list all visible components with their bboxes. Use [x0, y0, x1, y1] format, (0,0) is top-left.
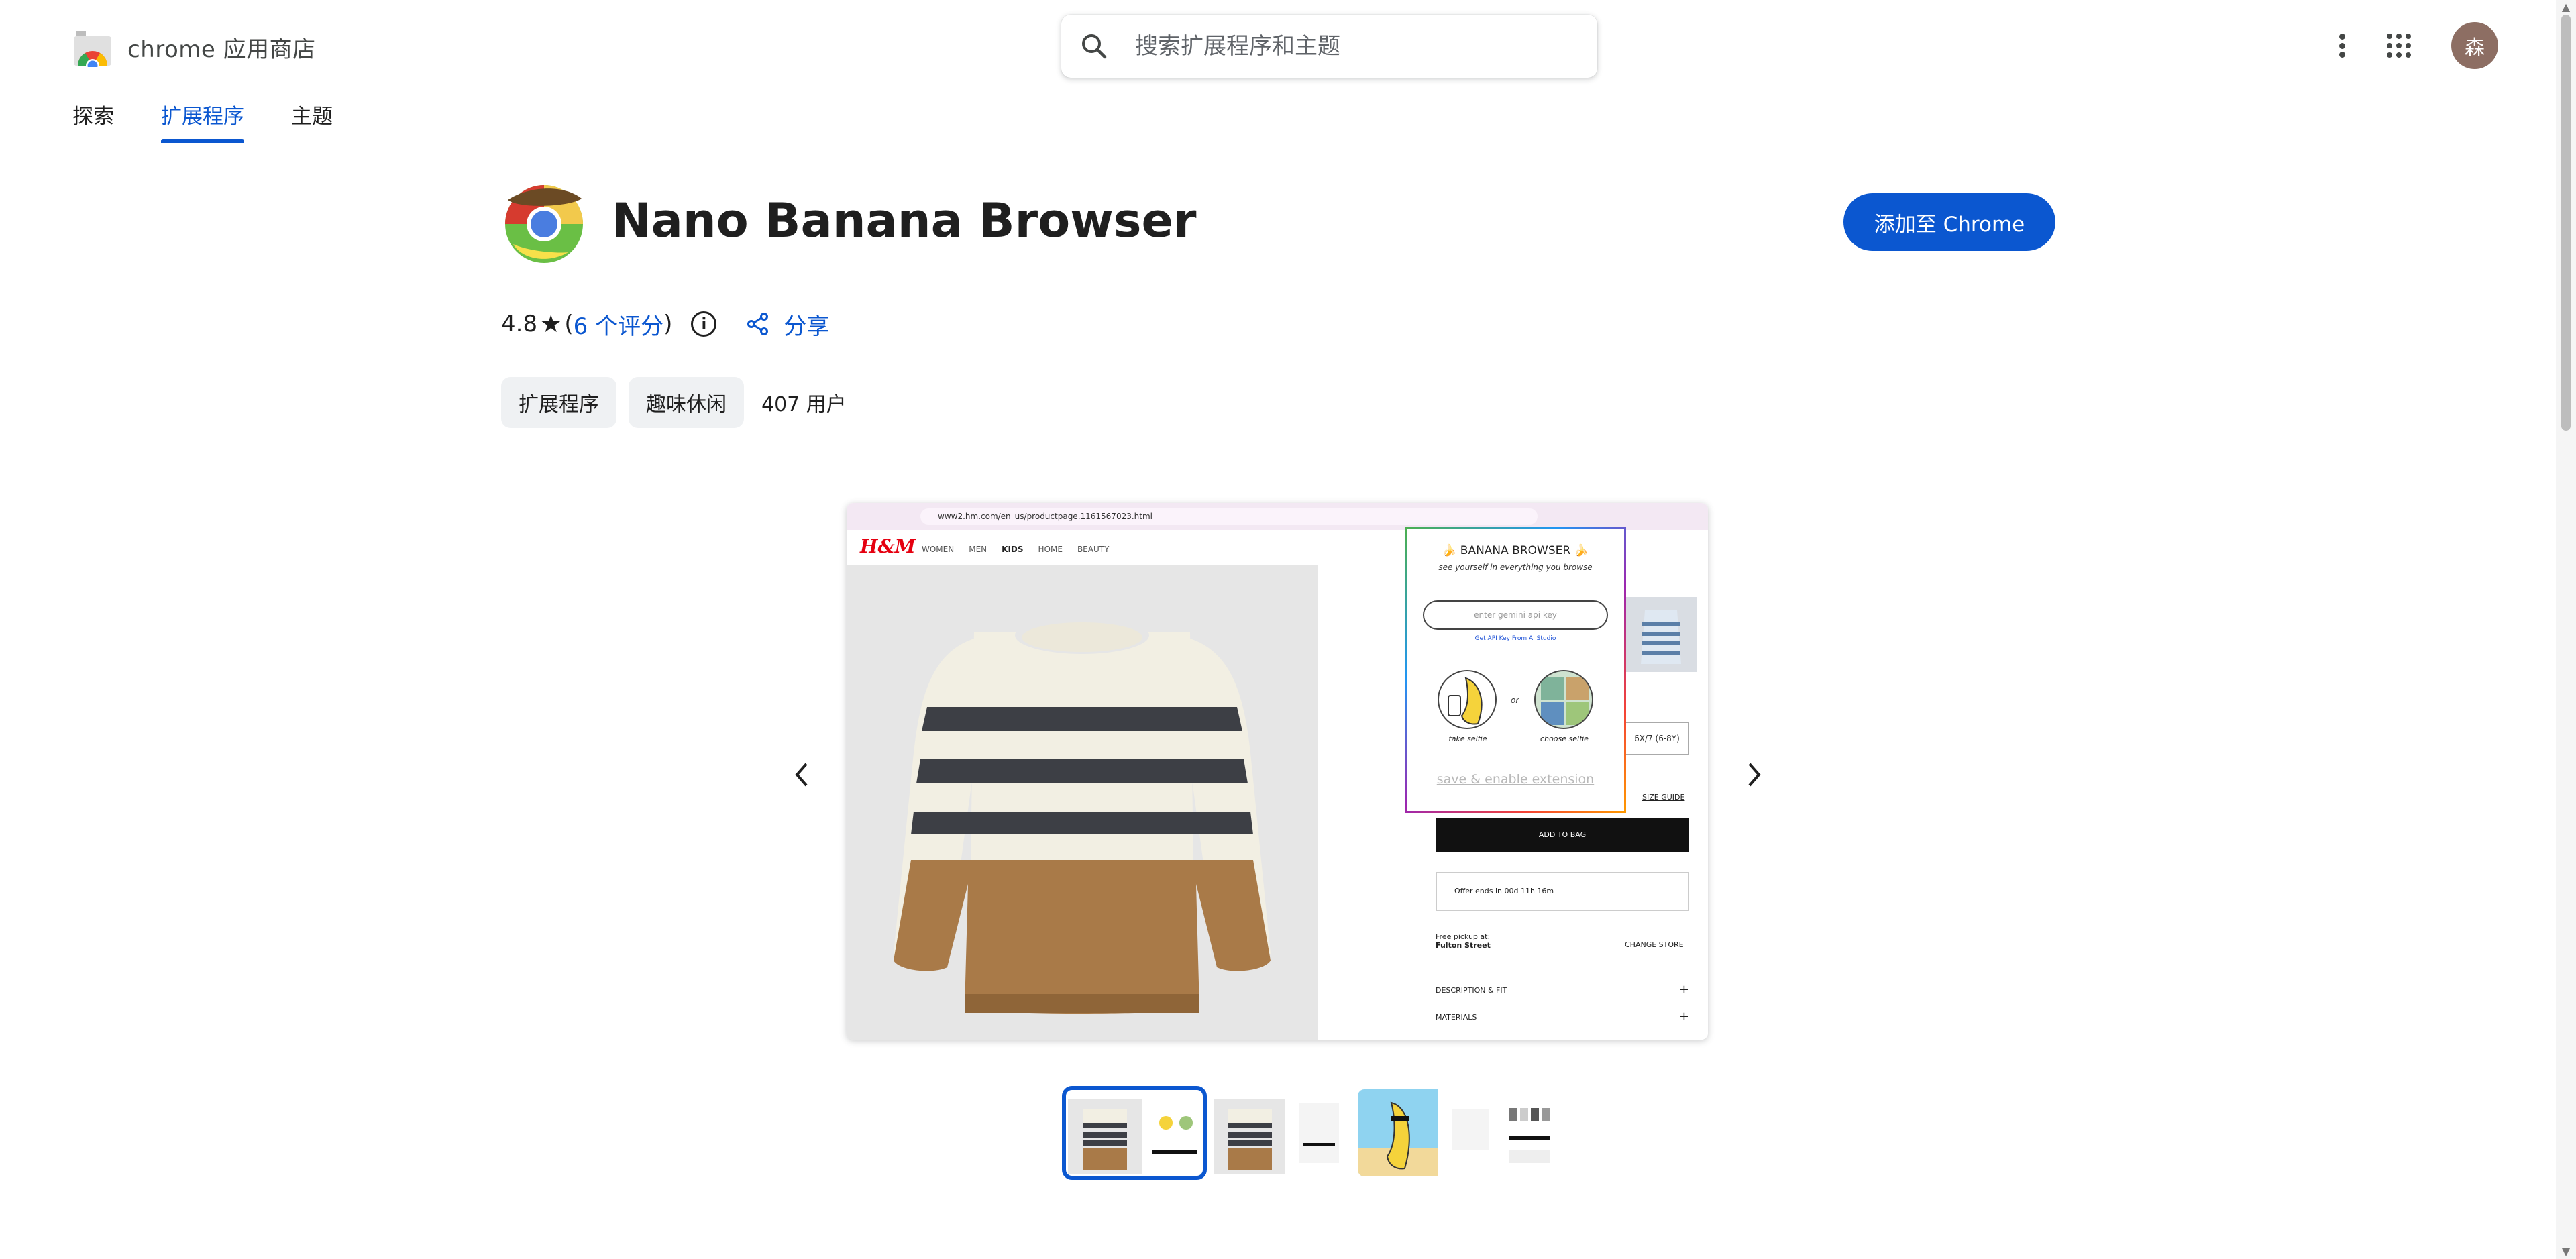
tab-explore[interactable]: 探索	[72, 99, 114, 143]
chevron-right-icon	[1748, 763, 1761, 787]
popup-api-link: Get API Key From AI Studio	[1474, 635, 1556, 642]
ratings-count-link[interactable]: 6 个评分	[574, 308, 663, 341]
store-logo[interactable]: chrome 应用商店	[72, 27, 316, 72]
hm-nav: WOMEN MEN KIDS HOME BEAUTY	[922, 545, 1109, 554]
choose-selfie-label: choose selfie	[1540, 734, 1589, 743]
scrollbar-thumb[interactable]	[2561, 15, 2571, 431]
size-option: 6X/7 (6-8Y)	[1625, 722, 1689, 755]
search-icon	[1082, 34, 1107, 59]
thumbnail-3[interactable]	[1358, 1089, 1496, 1176]
star-icon: ★	[540, 310, 562, 338]
chip-extension[interactable]: 扩展程序	[501, 377, 616, 428]
ratings-paren-open: (	[564, 311, 574, 337]
hm-nav-men: MEN	[969, 545, 987, 554]
change-store-link: CHANGE STORE	[1625, 940, 1684, 949]
info-icon[interactable]: i	[691, 311, 717, 337]
ratings-paren-close: )	[663, 311, 673, 337]
popup-title: 🍌 BANANA BROWSER 🍌	[1442, 544, 1589, 557]
share-icon	[747, 313, 769, 335]
scroll-down-icon[interactable]: ▼	[2560, 1246, 2572, 1258]
chrome-store-icon	[72, 27, 113, 72]
plus-icon: +	[1678, 983, 1689, 997]
chip-fun[interactable]: 趣味休闲	[629, 377, 744, 428]
rating-value: 4.8	[501, 311, 538, 337]
popup-api-key-input: enter gemini api key	[1423, 600, 1608, 630]
extension-title: Nano Banana Browser	[612, 193, 1197, 248]
screenshot-main[interactable]: www2.hm.com/en_us/productpage.1161567023…	[847, 503, 1708, 1040]
materials-row: MATERIALS +	[1436, 1009, 1689, 1024]
hm-nav-beauty: BEAUTY	[1077, 545, 1110, 554]
screenshot-url: www2.hm.com/en_us/productpage.1161567023…	[920, 508, 1538, 525]
offer-countdown: Offer ends in 00d 11h 16m	[1436, 872, 1689, 911]
hm-nav-kids: KIDS	[1002, 545, 1024, 554]
plus-icon: +	[1678, 1009, 1689, 1024]
sweater-image	[847, 565, 1318, 1040]
google-apps-icon[interactable]	[2387, 34, 2411, 58]
pickup-line1: Free pickup at:	[1436, 932, 1491, 941]
share-button[interactable]: 分享	[746, 308, 829, 341]
screenshot-thumbnails	[1062, 1086, 1650, 1180]
thumbnail-4[interactable]	[1504, 1089, 1642, 1176]
description-label: DESCRIPTION & FIT	[1436, 986, 1507, 995]
carousel-next-button[interactable]	[1737, 758, 1771, 791]
description-fit-row: DESCRIPTION & FIT +	[1436, 983, 1689, 997]
scroll-up-icon[interactable]: ▲	[2560, 1, 2572, 13]
hm-nav-home: HOME	[1038, 545, 1063, 554]
search-box[interactable]	[1061, 15, 1597, 78]
tab-themes[interactable]: 主题	[291, 99, 333, 143]
main-nav: 探索 扩展程序 主题	[72, 99, 380, 143]
take-selfie-label: take selfie	[1448, 734, 1487, 743]
tab-extensions[interactable]: 扩展程序	[161, 99, 244, 143]
rating-row: 4.8 ★ ( 6 个评分 ) i 分享	[501, 307, 829, 341]
chevron-left-icon	[795, 763, 808, 787]
size-guide-link: SIZE GUIDE	[1642, 793, 1685, 802]
hm-logo: H&M	[860, 535, 916, 557]
choose-selfie-icon	[1534, 670, 1593, 729]
category-chips: 扩展程序 趣味休闲 407 用户	[501, 377, 847, 428]
pickup-line2: Fulton Street	[1436, 941, 1491, 950]
extension-icon	[501, 180, 587, 266]
page-scrollbar[interactable]: ▲ ▼	[2556, 0, 2576, 1259]
thumbnail-2[interactable]	[1212, 1089, 1350, 1176]
banana-browser-popup: 🍌 BANANA BROWSER 🍌 see yourself in every…	[1405, 527, 1626, 813]
popup-subtitle: see yourself in everything you browse	[1438, 563, 1593, 572]
more-options-icon[interactable]	[2337, 30, 2347, 62]
search-input[interactable]	[1135, 33, 1551, 60]
banana-selfie-icon	[1438, 670, 1497, 729]
thumbnail-1[interactable]	[1062, 1086, 1207, 1180]
save-enable-link: save & enable extension	[1436, 772, 1595, 787]
add-to-chrome-button[interactable]: 添加至 Chrome	[1843, 193, 2055, 251]
share-label: 分享	[784, 313, 830, 340]
account-avatar[interactable]: 森	[2451, 22, 2498, 69]
user-count: 407 用户	[761, 393, 847, 417]
add-to-bag-button: ADD TO BAG	[1436, 818, 1689, 852]
popup-or: or	[1511, 696, 1519, 705]
screenshot-browser-bar: www2.hm.com/en_us/productpage.1161567023…	[847, 503, 1708, 530]
store-title: chrome 应用商店	[127, 36, 316, 63]
hm-nav-women: WOMEN	[922, 545, 955, 554]
materials-label: MATERIALS	[1436, 1013, 1477, 1022]
product-color-thumb	[1625, 597, 1697, 672]
free-pickup: Free pickup at: Fulton Street	[1436, 932, 1491, 950]
carousel-prev-button[interactable]	[785, 758, 818, 791]
